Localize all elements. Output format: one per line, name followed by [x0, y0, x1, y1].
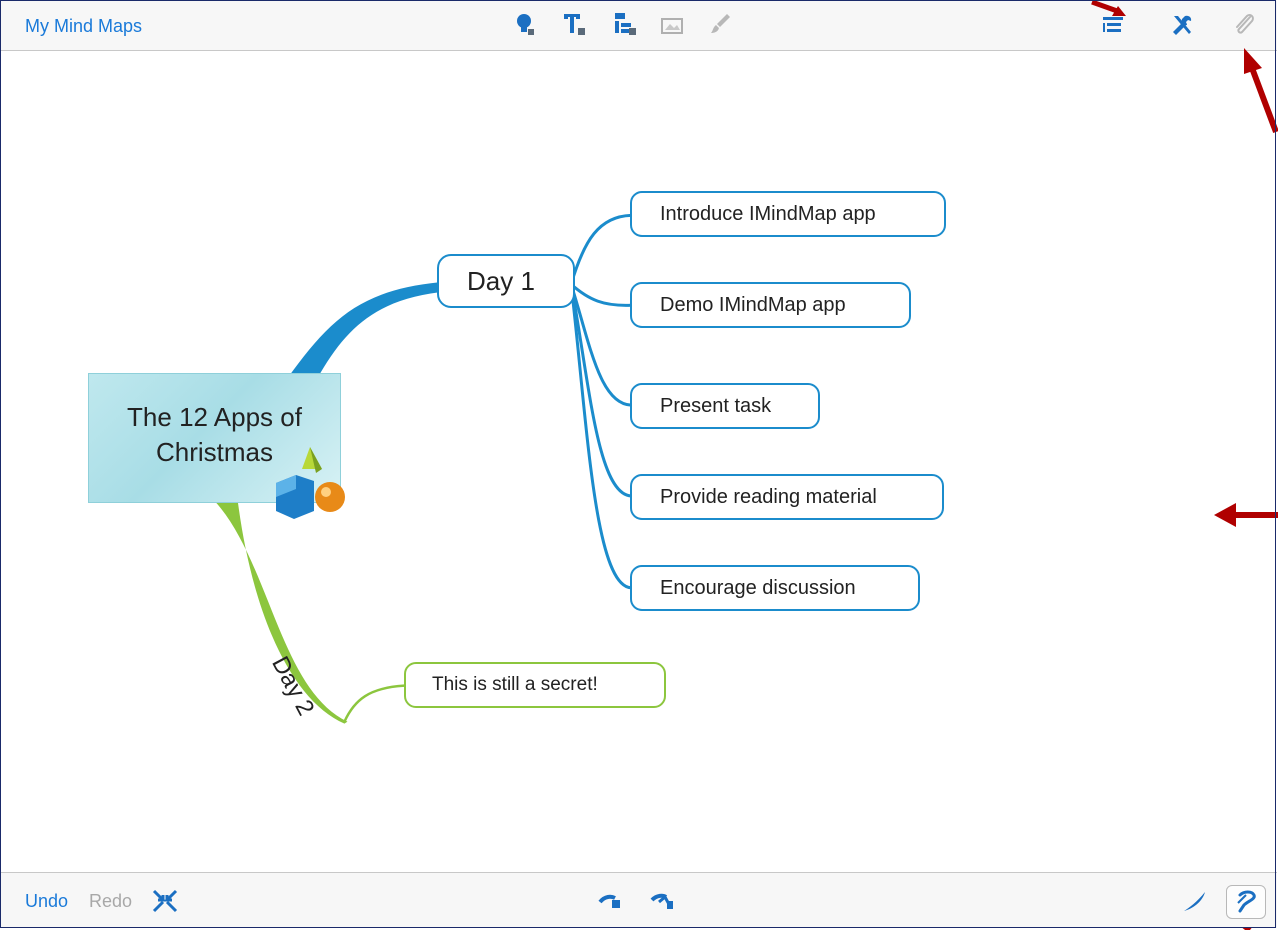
paintbrush-icon[interactable]	[707, 11, 733, 37]
branch-structure-icon[interactable]	[612, 11, 638, 37]
day1-node[interactable]: Day 1	[437, 254, 575, 308]
collapse-icon[interactable]	[152, 888, 178, 914]
pen-icon[interactable]	[1181, 888, 1207, 914]
tools-icon[interactable]	[1169, 12, 1195, 38]
topic-label: Demo IMindMap app	[660, 293, 846, 316]
topic-secret[interactable]: This is still a secret!	[404, 662, 666, 708]
branch-left-icon[interactable]	[597, 888, 623, 914]
topic-label: This is still a secret!	[432, 674, 598, 695]
topic-label: Provide reading material	[660, 485, 877, 508]
image-icon[interactable]	[659, 13, 685, 39]
eraser-button[interactable]	[1226, 885, 1266, 919]
paperclip-icon[interactable]	[1231, 11, 1257, 37]
topic-label: Introduce IMindMap app	[660, 202, 876, 225]
topic-provide-reading-material[interactable]: Provide reading material	[630, 474, 944, 520]
eraser-icon	[1234, 889, 1260, 915]
redo-button[interactable]: Redo	[89, 891, 132, 912]
day1-label: Day 1	[467, 265, 535, 296]
topic-demo-imindmap[interactable]: Demo IMindMap app	[630, 282, 911, 328]
bottom-toolbar: Undo Redo	[1, 872, 1277, 928]
topic-encourage-discussion[interactable]: Encourage discussion	[630, 565, 920, 611]
lightbulb-icon[interactable]	[513, 11, 539, 37]
outline-list-icon[interactable]	[1101, 13, 1127, 39]
topic-present-task[interactable]: Present task	[630, 383, 820, 429]
shapes-image-icon	[272, 445, 352, 520]
my-mind-maps-link[interactable]: My Mind Maps	[25, 16, 142, 37]
branch-right-icon[interactable]	[649, 888, 675, 914]
text-icon[interactable]	[561, 11, 587, 37]
topic-label: Encourage discussion	[660, 576, 856, 599]
top-toolbar: My Mind Maps	[1, 1, 1277, 51]
undo-button[interactable]: Undo	[25, 891, 68, 912]
topic-label: Present task	[660, 394, 772, 417]
topic-introduce-imindmap[interactable]: Introduce IMindMap app	[630, 191, 946, 237]
